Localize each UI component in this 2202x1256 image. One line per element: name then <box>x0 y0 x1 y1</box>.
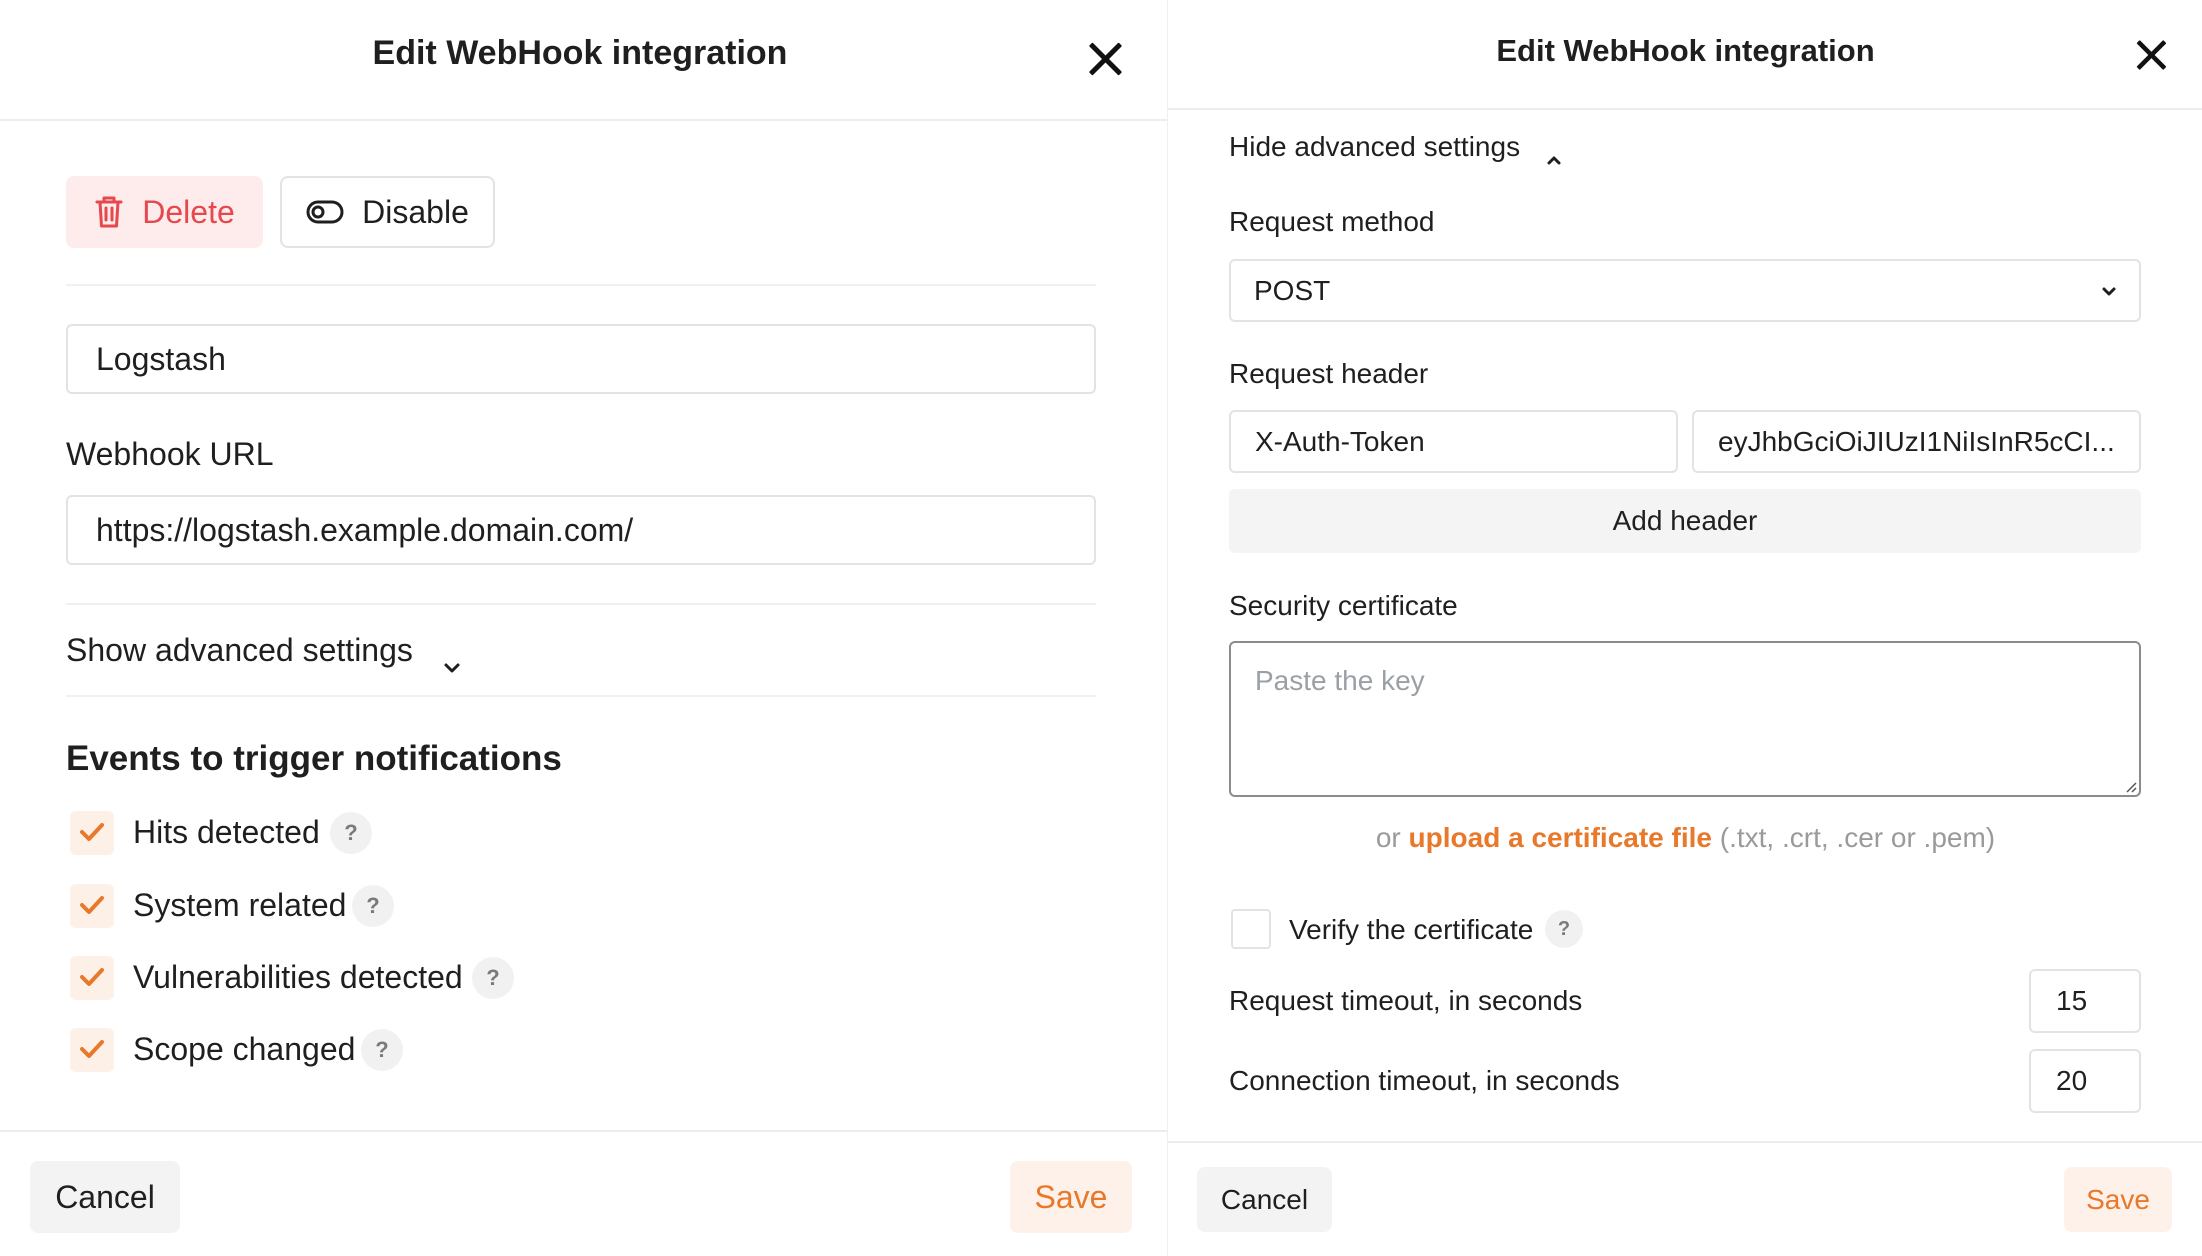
webhook-url-value: https://logstash.example.domain.com/ <box>96 511 634 548</box>
integration-name-input[interactable]: Logstash <box>66 324 1096 394</box>
show-advanced-label: Show advanced settings <box>66 632 413 668</box>
header-divider <box>1168 108 2202 110</box>
help-icon[interactable]: ? <box>1545 910 1583 948</box>
chevron-down-icon <box>443 645 461 672</box>
request-method-select[interactable]: POST <box>1229 259 2141 322</box>
request-timeout-value: 15 <box>2056 985 2088 1016</box>
footer-divider <box>0 1130 1167 1132</box>
help-icon[interactable]: ? <box>361 1029 403 1071</box>
upload-certificate-link[interactable]: upload a certificate file <box>1409 822 1712 853</box>
header-value-value: eyJhbGciOiJIUzI1NiIsInR5cCI... <box>1718 425 2115 457</box>
webhook-url-label: Webhook URL <box>66 436 274 472</box>
hide-advanced-label: Hide advanced settings <box>1229 131 1521 162</box>
event-label: Scope changed <box>133 1031 356 1067</box>
certificate-textarea[interactable]: Paste the key <box>1229 641 2141 797</box>
check-icon <box>80 896 104 914</box>
verify-certificate-checkbox[interactable] <box>1231 909 1271 949</box>
actions-divider <box>66 284 1096 286</box>
event-item-vulnerabilities-detected[interactable]: Vulnerabilities detected ? <box>70 956 590 1002</box>
cancel-button[interactable]: Cancel <box>30 1161 180 1233</box>
upload-prefix: or <box>1375 822 1401 853</box>
request-timeout-input[interactable]: 15 <box>2029 969 2141 1033</box>
certificate-placeholder: Paste the key <box>1255 665 1425 696</box>
delete-button[interactable]: Delete <box>66 176 263 248</box>
event-item-scope-changed[interactable]: Scope changed ? <box>70 1028 470 1074</box>
header-name-value: X-Auth-Token <box>1255 425 1425 457</box>
right-dialog: Edit WebHook integration Hide advanced s… <box>1167 0 2202 1256</box>
check-icon <box>80 968 104 986</box>
verify-certificate-label: Verify the certificate <box>1289 914 1534 945</box>
event-label: Vulnerabilities detected <box>133 959 463 995</box>
connection-timeout-label: Connection timeout, in seconds <box>1229 1065 1620 1096</box>
left-dialog: Edit WebHook integration Delete Disable … <box>0 0 1167 1256</box>
show-advanced-settings-toggle[interactable]: Show advanced settings <box>66 632 461 672</box>
checkbox-scope-changed[interactable] <box>70 1028 114 1072</box>
save-button[interactable]: Save <box>2064 1167 2172 1232</box>
connection-timeout-value: 20 <box>2056 1065 2088 1096</box>
close-icon[interactable] <box>1088 42 1122 76</box>
request-header-label: Request header <box>1229 358 1429 389</box>
checkbox-hits-detected[interactable] <box>70 811 114 855</box>
connection-timeout-input[interactable]: 20 <box>2029 1049 2141 1113</box>
cancel-button[interactable]: Cancel <box>1197 1167 1332 1232</box>
disable-button[interactable]: Disable <box>280 176 495 248</box>
help-icon[interactable]: ? <box>330 812 372 854</box>
request-timeout-label: Request timeout, in seconds <box>1229 985 1583 1016</box>
header-divider <box>0 119 1167 121</box>
resize-handle-icon[interactable] <box>2123 779 2137 793</box>
toggle-off-icon <box>306 200 344 224</box>
save-button[interactable]: Save <box>1010 1161 1132 1233</box>
check-icon <box>80 823 104 841</box>
footer-divider <box>1168 1141 2202 1143</box>
help-icon[interactable]: ? <box>352 885 394 927</box>
dialog-title: Edit WebHook integration <box>1496 33 1875 68</box>
chevron-up-icon <box>1546 141 1562 165</box>
help-icon[interactable]: ? <box>472 957 514 999</box>
delete-label: Delete <box>142 193 235 230</box>
advanced-bottom-divider <box>66 695 1096 697</box>
trash-icon <box>94 195 124 229</box>
webhook-url-input[interactable]: https://logstash.example.domain.com/ <box>66 495 1096 565</box>
dialog-title: Edit WebHook integration <box>372 34 788 72</box>
event-label: Hits detected <box>133 814 320 850</box>
security-certificate-label: Security certificate <box>1229 590 1458 621</box>
upload-certificate-line: or upload a certificate file (.txt, .crt… <box>1168 822 2202 854</box>
integration-name-value: Logstash <box>96 340 226 377</box>
advanced-top-divider <box>66 603 1096 605</box>
event-label: System related <box>133 887 347 923</box>
events-heading: Events to trigger notifications <box>66 739 562 778</box>
request-method-value: POST <box>1254 274 1331 306</box>
request-method-label: Request method <box>1229 206 1435 237</box>
disable-label: Disable <box>362 193 469 230</box>
close-icon[interactable] <box>2136 40 2167 71</box>
checkbox-vulnerabilities-detected[interactable] <box>70 956 114 1000</box>
header-value-input[interactable]: eyJhbGciOiJIUzI1NiIsInR5cCI... <box>1692 410 2141 473</box>
chevron-down-icon <box>2101 285 2117 297</box>
event-item-system-related[interactable]: System related ? <box>70 884 490 930</box>
event-item-hits-detected[interactable]: Hits detected ? <box>70 811 470 857</box>
add-header-button[interactable]: Add header <box>1229 489 2141 553</box>
header-name-input[interactable]: X-Auth-Token <box>1229 410 1678 473</box>
hide-advanced-settings-toggle[interactable]: Hide advanced settings <box>1229 131 1562 165</box>
checkbox-system-related[interactable] <box>70 884 114 928</box>
check-icon <box>80 1040 104 1058</box>
upload-suffix: (.txt, .crt, .cer or .pem) <box>1719 822 1996 853</box>
